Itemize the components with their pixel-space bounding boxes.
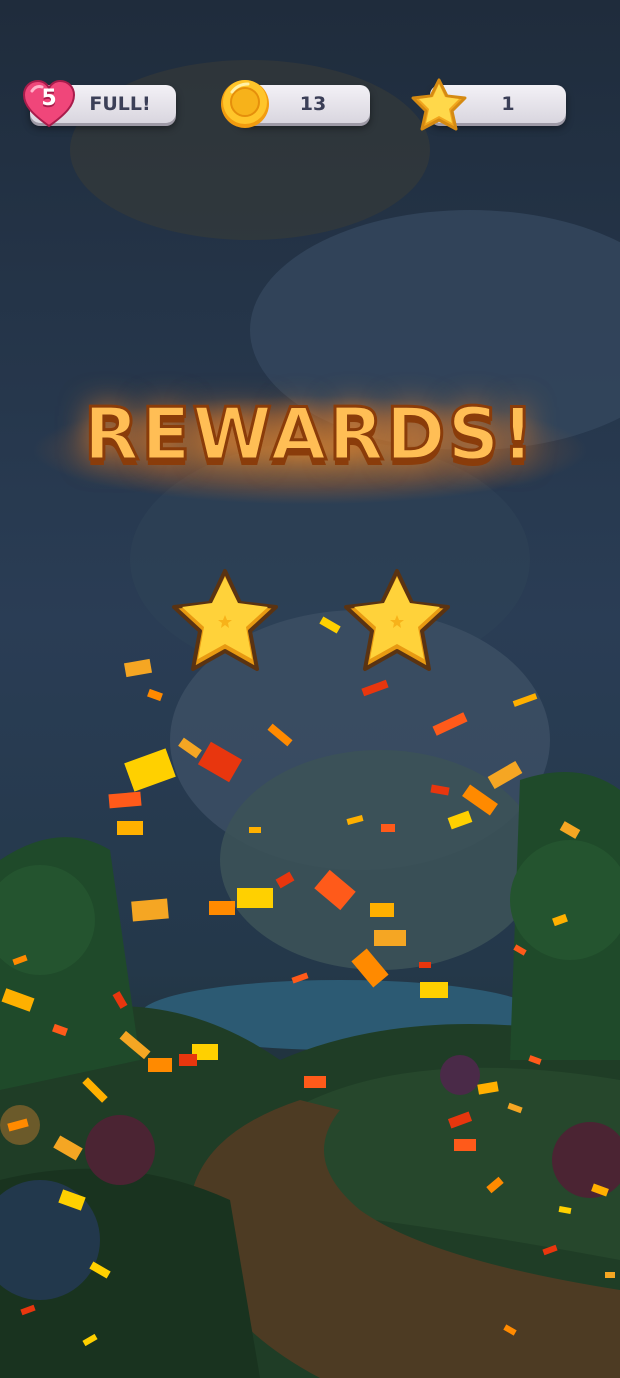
confetti-piece: [542, 1244, 558, 1256]
coins-value: 13: [299, 93, 327, 115]
confetti-piece: [420, 982, 448, 998]
confetti-piece: [370, 903, 394, 917]
coin-icon: [221, 80, 269, 128]
confetti-piece: [462, 784, 498, 816]
confetti-piece: [123, 658, 153, 678]
confetti-piece: [346, 815, 364, 825]
confetti-piece: [559, 821, 581, 839]
confetti-piece: [7, 1118, 29, 1132]
confetti-piece: [503, 1324, 517, 1336]
confetti-piece: [179, 1054, 197, 1066]
confetti-piece: [275, 871, 295, 889]
confetti-piece: [267, 723, 293, 747]
confetti-piece: [487, 760, 523, 790]
confetti-piece: [108, 791, 142, 809]
confetti-piece: [486, 1176, 504, 1194]
confetti-piece: [513, 944, 527, 956]
reward-star-1: [172, 569, 278, 671]
confetti-piece: [89, 1261, 111, 1279]
confetti-piece: [148, 1058, 172, 1072]
confetti-piece: [249, 827, 261, 833]
confetti-piece: [552, 913, 568, 927]
star-icon: [411, 78, 467, 131]
confetti-piece: [361, 679, 389, 697]
confetti-piece: [82, 1077, 108, 1103]
confetti-piece: [454, 1139, 476, 1151]
confetti-piece: [124, 748, 176, 792]
confetti-piece: [304, 1076, 326, 1088]
confetti-piece: [20, 1304, 36, 1316]
confetti-piece: [1, 988, 35, 1012]
rewards-title: REWARDS!: [82, 391, 537, 478]
confetti-piece: [237, 888, 273, 908]
confetti-piece: [507, 1102, 523, 1114]
confetti-piece: [558, 1206, 572, 1214]
confetti-piece: [447, 810, 473, 830]
confetti-piece: [53, 1135, 83, 1161]
confetti-piece: [112, 991, 128, 1009]
confetti-piece: [430, 784, 450, 796]
confetti-piece: [591, 1183, 609, 1197]
confetti-piece: [381, 824, 395, 832]
confetti-piece: [528, 1055, 542, 1065]
confetti-piece: [605, 1272, 615, 1278]
confetti-piece: [291, 972, 309, 984]
confetti-piece: [374, 930, 406, 946]
confetti-piece: [82, 1333, 98, 1347]
confetti-piece: [117, 821, 143, 835]
confetti: [1, 616, 615, 1347]
confetti-piece: [12, 954, 28, 966]
confetti-piece: [197, 741, 243, 783]
confetti-piece: [131, 898, 169, 922]
confetti-piece: [419, 962, 431, 968]
stars-value: 1: [501, 93, 515, 115]
confetti-piece: [209, 901, 235, 915]
confetti-piece: [314, 869, 356, 911]
confetti-piece: [351, 948, 389, 988]
confetti-piece: [432, 712, 468, 736]
reward-star-2: [344, 569, 450, 671]
confetti-piece: [512, 693, 538, 707]
confetti-piece: [58, 1189, 86, 1211]
confetti-piece: [178, 737, 202, 759]
confetti-piece: [147, 688, 163, 702]
confetti-piece: [52, 1023, 68, 1037]
confetti-piece: [447, 1111, 473, 1129]
lives-count: 5: [41, 86, 57, 111]
lives-status: FULL!: [89, 93, 151, 115]
confetti-piece: [477, 1081, 499, 1095]
confetti-piece: [119, 1030, 151, 1060]
